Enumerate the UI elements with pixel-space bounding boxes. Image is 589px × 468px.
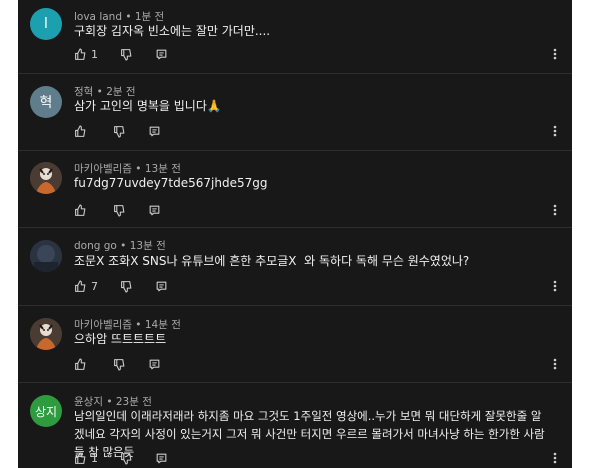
thumbs-up-icon: [74, 280, 87, 293]
avatar-letter: 혁: [39, 95, 53, 111]
reply-comment-icon: [148, 358, 161, 371]
thumbs-down-icon: [120, 452, 133, 465]
comment-text: 으하암 뜨트트트트: [74, 332, 167, 346]
more-options-button[interactable]: [550, 357, 560, 371]
reply-comment-icon: [155, 48, 168, 61]
meta-separator: •: [116, 240, 130, 252]
reply-button[interactable]: [155, 280, 168, 293]
like-button[interactable]: [74, 358, 91, 371]
like-button[interactable]: 7: [74, 280, 98, 293]
more-options-button[interactable]: [550, 203, 560, 217]
thumbs-down-icon: [113, 125, 126, 138]
like-count: 7: [91, 279, 98, 293]
avatar[interactable]: 상지: [30, 395, 62, 427]
comment-meta: dong go • 13분 전: [74, 238, 166, 253]
more-vertical-icon: [553, 45, 557, 64]
thumbs-up-icon: [74, 452, 87, 465]
comment-text: fu7dg77uvdey7tde567jhde57gg: [74, 176, 268, 190]
comment-item: dong go • 13분 전 조문X 조화X SNS나 유튜브에 흔한 추모글…: [18, 228, 572, 305]
comment-item: 상지 윤상지 • 23분 전 남의일인데 이래라저래라 하지좀 마요 그것도 1…: [18, 383, 572, 468]
more-vertical-icon: [553, 277, 557, 296]
thumbs-up-icon: [74, 48, 87, 61]
dislike-button[interactable]: [120, 280, 133, 293]
comment-item: 마키아벨리즘 • 13분 전 fu7dg77uvdey7tde567jhde57…: [18, 151, 572, 227]
more-options-button[interactable]: [550, 47, 560, 61]
comment-actions: [74, 123, 183, 139]
avatar[interactable]: l: [30, 8, 62, 40]
more-options-button[interactable]: [550, 124, 560, 138]
like-button[interactable]: 1: [74, 452, 98, 465]
comment-author[interactable]: dong go: [74, 240, 117, 252]
more-vertical-icon: [553, 122, 557, 141]
comment-text: 조문X 조화X SNS나 유튜브에 흔한 추모글X 와 독하다 독해 무슨 원수…: [74, 254, 470, 268]
thumbs-down-icon: [113, 358, 126, 371]
more-vertical-icon: [553, 449, 557, 468]
dislike-button[interactable]: [120, 452, 133, 465]
more-options-button[interactable]: [550, 451, 560, 465]
more-vertical-icon: [553, 201, 557, 220]
avatar[interactable]: 혁: [30, 86, 62, 118]
comment-item: l lova land • 1분 전 구회장 김자옥 빈소에는 잘만 가더만..…: [18, 0, 572, 73]
avatar-photo: [30, 162, 62, 194]
thumbs-down-icon: [120, 48, 133, 61]
avatar-photo: [30, 240, 62, 272]
comment-actions: 1: [74, 450, 190, 466]
comment-actions: 7: [74, 278, 190, 294]
dislike-button[interactable]: [113, 204, 126, 217]
comments-panel: l lova land • 1분 전 구회장 김자옥 빈소에는 잘만 가더만..…: [18, 0, 572, 468]
reply-comment-icon: [148, 125, 161, 138]
comment-item: 혁 정혁 • 2분 전 삼가 고인의 명복을 빕니다🙏: [18, 74, 572, 150]
reply-comment-icon: [155, 280, 168, 293]
like-button[interactable]: [74, 204, 91, 217]
like-count: 1: [91, 451, 98, 465]
avatar-letter: 상지: [34, 404, 58, 419]
comment-text: 구회장 김자옥 빈소에는 잘만 가더만....: [74, 24, 271, 38]
avatar[interactable]: [30, 240, 62, 272]
reply-button[interactable]: [148, 204, 161, 217]
comment-item: 마키아벨리즘 • 14분 전 으하암 뜨트트트트: [18, 306, 572, 382]
reply-button[interactable]: [155, 452, 168, 465]
dislike-button[interactable]: [113, 358, 126, 371]
more-options-button[interactable]: [550, 279, 560, 293]
more-vertical-icon: [553, 355, 557, 374]
avatar-photo: [30, 318, 62, 350]
reply-comment-icon: [148, 204, 161, 217]
reply-button[interactable]: [155, 48, 168, 61]
reply-comment-icon: [155, 452, 168, 465]
dislike-button[interactable]: [113, 125, 126, 138]
thumbs-up-icon: [74, 204, 87, 217]
comment-text: 삼가 고인의 명복을 빕니다🙏: [74, 99, 222, 113]
dislike-button[interactable]: [120, 48, 133, 61]
like-button[interactable]: [74, 125, 91, 138]
thumbs-down-icon: [113, 204, 126, 217]
reply-button[interactable]: [148, 358, 161, 371]
avatar[interactable]: [30, 162, 62, 194]
like-count: 1: [91, 47, 98, 61]
avatar[interactable]: [30, 318, 62, 350]
comment-actions: [74, 202, 183, 218]
thumbs-down-icon: [120, 280, 133, 293]
reply-button[interactable]: [148, 125, 161, 138]
thumbs-up-icon: [74, 125, 87, 138]
comment-time[interactable]: 13분 전: [130, 240, 166, 252]
thumbs-up-icon: [74, 358, 87, 371]
comment-actions: [74, 356, 183, 372]
like-button[interactable]: 1: [74, 48, 98, 61]
comment-actions: 1: [74, 46, 190, 62]
avatar-letter: l: [44, 16, 48, 32]
